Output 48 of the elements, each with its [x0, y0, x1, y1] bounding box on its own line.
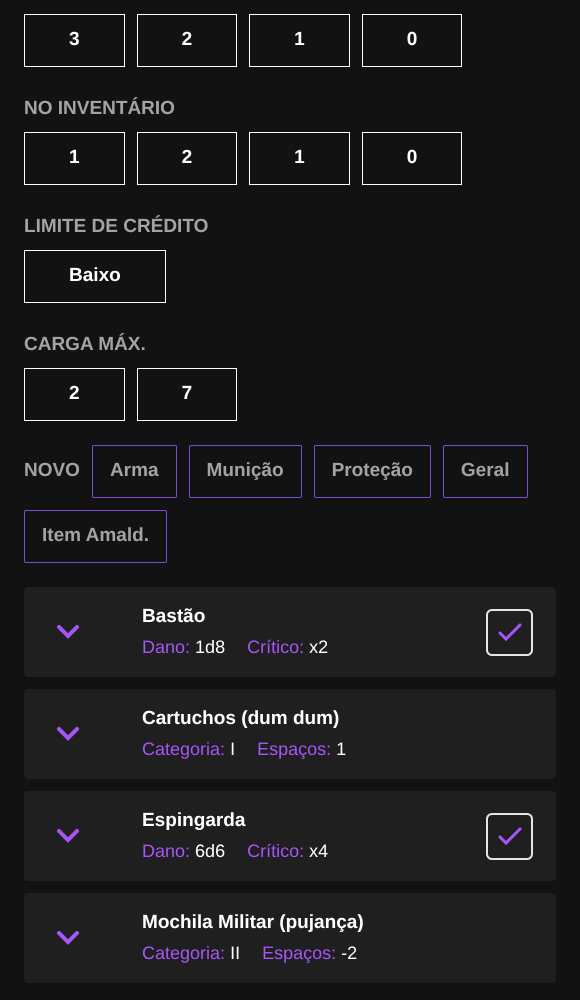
stat-label: Dano:	[142, 636, 190, 659]
stat-value: x4	[309, 840, 328, 863]
stat-label: Crítico:	[247, 840, 304, 863]
new-item-button[interactable]: Proteção	[314, 445, 431, 498]
stat-value: x2	[309, 636, 328, 659]
value-box[interactable]: 1	[24, 132, 125, 185]
new-item-button[interactable]: Munição	[188, 445, 302, 498]
stat-value: I	[230, 738, 236, 761]
section-heading: CARGA MÁX.	[24, 333, 147, 357]
checkmark-icon	[498, 827, 522, 845]
stat-value: 6d6	[195, 840, 226, 863]
checkmark-icon	[498, 623, 522, 641]
stat-label: Categoria:	[142, 942, 226, 965]
checkbox[interactable]	[486, 812, 533, 860]
value-box[interactable]: 0	[362, 132, 462, 185]
section-heading: LIMITE DE CRÉDITO	[24, 215, 210, 239]
value-box[interactable]: 1	[249, 132, 350, 185]
stat-value: II	[230, 942, 240, 965]
value-box[interactable]: 3	[24, 14, 125, 67]
chevron-down-icon[interactable]	[56, 726, 80, 742]
chevron-down-icon[interactable]	[56, 930, 80, 946]
item-name: Cartuchos (dum dum)	[142, 707, 340, 731]
section-heading: NO INVENTÁRIO	[24, 97, 176, 121]
value-box[interactable]: Baixo	[24, 250, 166, 303]
value-box[interactable]: 2	[136, 14, 238, 67]
item-name: Bastão	[142, 605, 206, 629]
new-item-button[interactable]: Arma	[92, 445, 177, 498]
stat-label: Categoria:	[142, 738, 226, 761]
stat-value: 1d8	[195, 636, 226, 659]
value-box[interactable]: 2	[136, 132, 238, 185]
stat-value: -2	[341, 942, 358, 965]
item-name: Mochila Militar (pujança)	[142, 911, 365, 935]
value-box[interactable]: 7	[136, 368, 238, 421]
value-box[interactable]: 0	[362, 14, 462, 67]
stat-value: 1	[336, 738, 346, 761]
stat-label: Espaços:	[257, 738, 332, 761]
stat-label: Crítico:	[247, 636, 304, 659]
stat-label: Espaços:	[262, 942, 336, 965]
checkbox[interactable]	[486, 608, 533, 656]
new-item-button[interactable]: Item Amald.	[24, 510, 167, 563]
value-box[interactable]: 2	[24, 368, 125, 421]
chevron-down-icon[interactable]	[56, 624, 80, 640]
new-item-button[interactable]: Geral	[442, 445, 528, 498]
value-box[interactable]: 1	[249, 14, 350, 67]
stat-label: Dano:	[142, 840, 190, 863]
new-label: NOVO	[24, 459, 80, 484]
item-name: Espingarda	[142, 809, 246, 833]
chevron-down-icon[interactable]	[56, 828, 80, 844]
